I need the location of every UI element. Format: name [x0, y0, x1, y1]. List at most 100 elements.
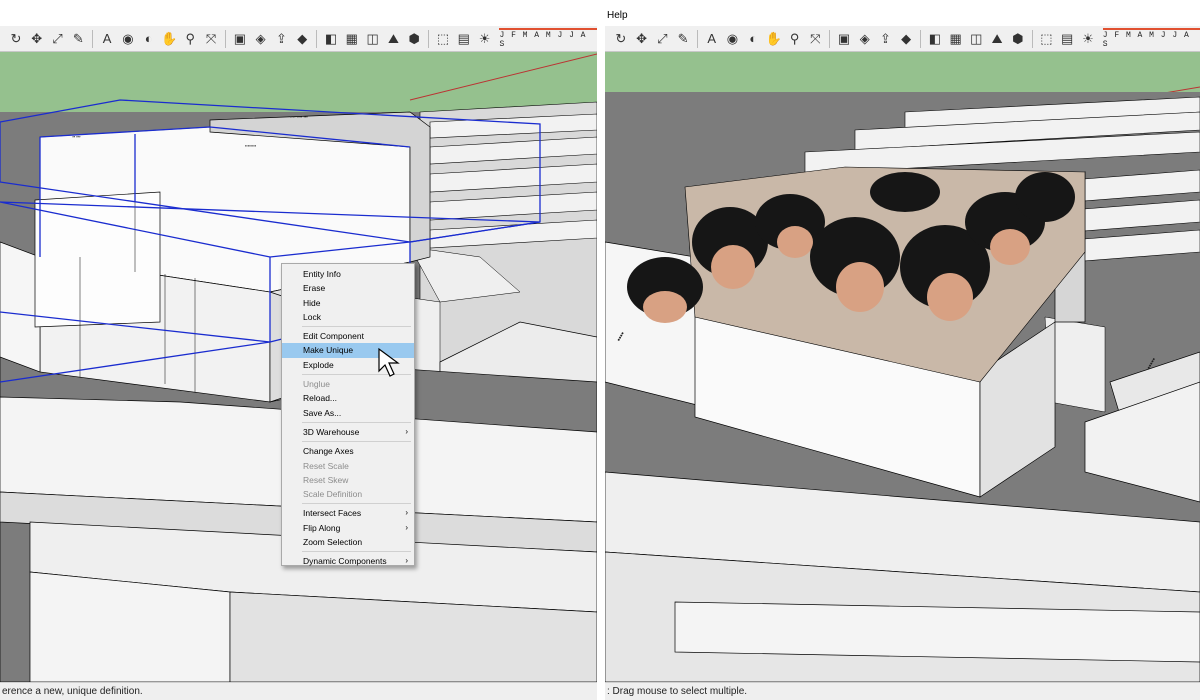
submenu-arrow-icon: › [405, 426, 408, 436]
warehouse-icon[interactable]: ▣ [834, 29, 854, 49]
move-icon[interactable]: ✥ [632, 29, 652, 49]
menu-item-label: Reload... [303, 393, 338, 404]
menu-item-erase[interactable]: Erase [282, 281, 414, 295]
iso-icon[interactable]: ⬢ [1008, 29, 1028, 49]
pan-icon[interactable]: ✋ [160, 29, 180, 49]
section-icon[interactable]: ◧ [321, 29, 341, 49]
text-icon[interactable]: A [702, 29, 722, 49]
text-icon[interactable]: A [97, 29, 117, 49]
menu-item-lock[interactable]: Lock [282, 310, 414, 324]
menu-separator [302, 551, 411, 553]
warehouse-icon[interactable]: ▣ [230, 29, 250, 49]
menu-item-label: Zoom Selection [303, 537, 363, 548]
submenu-arrow-icon: › [405, 508, 408, 518]
menu-item-entity-info[interactable]: Entity Info [282, 267, 414, 281]
status-text: : Drag mouse to select multiple. [607, 686, 748, 697]
menu-item-unglue: Unglue [282, 377, 414, 391]
zoom-icon[interactable]: ⚲ [180, 29, 200, 49]
menu-item-reload[interactable]: Reload... [282, 391, 414, 405]
top-icon[interactable]: ⬚ [1037, 29, 1057, 49]
submenu-arrow-icon: › [405, 556, 408, 566]
menu-item-label: Intersect Faces [303, 508, 362, 519]
toolbar-separator [829, 29, 831, 48]
move-icon[interactable]: ✥ [27, 29, 47, 49]
share-icon[interactable]: ◈ [251, 29, 271, 49]
zoom-extents-icon[interactable]: ⤧ [201, 29, 221, 49]
export-icon[interactable]: ⇪ [876, 29, 896, 49]
menu-item-edit-component[interactable]: Edit Component [282, 329, 414, 343]
shadow-month-slider[interactable]: J F M A M J J A S [1102, 28, 1200, 49]
orbit-icon[interactable]: ◐ [139, 29, 159, 49]
viewport-canvas[interactable]: ▪▪▪▪▪ ▪▪▪▪ [605, 52, 1200, 682]
pan-icon[interactable]: ✋ [764, 29, 784, 49]
iso-icon[interactable]: ⬢ [404, 29, 424, 49]
menu-item-hide[interactable]: Hide [282, 296, 414, 310]
context-menu: Entity Info Erase Hide Lock Edit Component Ma… [281, 263, 415, 566]
submenu-arrow-icon: › [405, 522, 408, 532]
menu-item-label: Change Axes [303, 446, 354, 457]
menu-item-label: Hide [303, 297, 321, 308]
menu-item-flip-along[interactable]: Flip Along › [282, 521, 414, 535]
top-icon[interactable]: ⬚ [433, 29, 453, 49]
toolbar-separator [224, 29, 226, 48]
orbit-icon[interactable]: ◐ [743, 29, 763, 49]
ruby-icon[interactable]: ◆ [292, 29, 312, 49]
menu-item-label: 3D Warehouse [303, 426, 360, 437]
menu-item-zoom-selection[interactable]: Zoom Selection [282, 535, 414, 549]
status-bar: erence a new, unique definition. [0, 682, 597, 700]
model-viewport[interactable]: ▪▪▪▪▪ ▪▪▪▪ [605, 52, 1200, 682]
rotate-icon[interactable]: ↻ [611, 29, 631, 49]
sketchup-window-left: ↻ ✥ ⤢ ✎ A ◉ ◐ ✋ ⚲ ⤧ ▣ ◈ ⇪ ◆ ◧ ▦ ◫ ⛰ ⬢ ⬚ ▤ ☀ J F M A M J J A S [0, 0, 597, 700]
export-icon[interactable]: ⇪ [272, 29, 292, 49]
status-text: erence a new, unique definition. [2, 686, 143, 697]
main-toolbar: ↻ ✥ ⤢ ✎ A ◉ ◐ ✋ ⚲ ⤧ ▣ ◈ ⇪ ◆ ◧ ▦ ◫ ⛰ ⬢ ⬚ ▤ ☀ J F M A M J J A S [0, 26, 597, 52]
menu-item-label: Flip Along [303, 522, 341, 533]
ruby-icon[interactable]: ◆ [896, 29, 916, 49]
menu-help[interactable]: Help [605, 10, 628, 24]
menu-separator [302, 326, 411, 328]
menu-item-save-as[interactable]: Save As... [282, 406, 414, 420]
shadow-icon[interactable]: ▦ [946, 29, 966, 49]
toolbar-separator [696, 29, 698, 48]
zoom-icon[interactable]: ⚲ [785, 29, 805, 49]
front-icon[interactable]: ▤ [1057, 29, 1077, 49]
toolbar-separator [316, 29, 318, 48]
image-divider [597, 0, 605, 700]
menu-item-intersect-faces[interactable]: Intersect Faces › [282, 506, 414, 520]
xray-icon[interactable]: ◫ [966, 29, 986, 49]
sandbox-icon[interactable]: ⛰ [384, 29, 404, 49]
svg-text:▪▪▪▪▪▪▪▪: ▪▪▪▪▪▪▪▪ [245, 143, 257, 148]
menu-item-label: Entity Info [303, 269, 341, 279]
toolbar-separator [920, 29, 922, 48]
menu-item-label: Reset Skew [303, 474, 349, 485]
sun-icon[interactable]: ☀ [1078, 29, 1098, 49]
ground-plane [605, 52, 1200, 97]
paint-icon[interactable]: ◉ [723, 29, 743, 49]
front-icon[interactable]: ▤ [454, 29, 474, 49]
menu-item-3d-warehouse[interactable]: 3D Warehouse › [282, 425, 414, 439]
tape-icon[interactable]: ✎ [68, 29, 88, 49]
sun-icon[interactable]: ☀ [475, 29, 495, 49]
menu-item-label: Scale Definition [303, 489, 363, 500]
menu-separator [302, 441, 411, 443]
section-icon[interactable]: ◧ [925, 29, 945, 49]
menu-item-label: Edit Component [303, 331, 364, 342]
menu-item-scale-definition: Scale Definition [282, 487, 414, 501]
menu-item-label: Dynamic Components [303, 556, 387, 567]
menu-item-change-axes[interactable]: Change Axes [282, 444, 414, 458]
shadow-month-slider[interactable]: J F M A M J J A S [499, 28, 597, 49]
zoom-extents-icon[interactable]: ⤧ [805, 29, 825, 49]
rotate-icon[interactable]: ↻ [6, 29, 26, 49]
menu-item-dynamic-components[interactable]: Dynamic Components › [282, 554, 414, 568]
share-icon[interactable]: ◈ [855, 29, 875, 49]
menu-item-label: Reset Scale [303, 460, 349, 471]
xray-icon[interactable]: ◫ [363, 29, 383, 49]
sandbox-icon[interactable]: ⛰ [987, 29, 1007, 49]
paint-icon[interactable]: ◉ [118, 29, 138, 49]
scale-icon[interactable]: ⤢ [48, 29, 68, 49]
tape-icon[interactable]: ✎ [673, 29, 693, 49]
menu-item-label: Unglue [303, 379, 330, 390]
shadow-icon[interactable]: ▦ [342, 29, 362, 49]
toolbar-separator [92, 29, 94, 48]
scale-icon[interactable]: ⤢ [652, 29, 672, 49]
